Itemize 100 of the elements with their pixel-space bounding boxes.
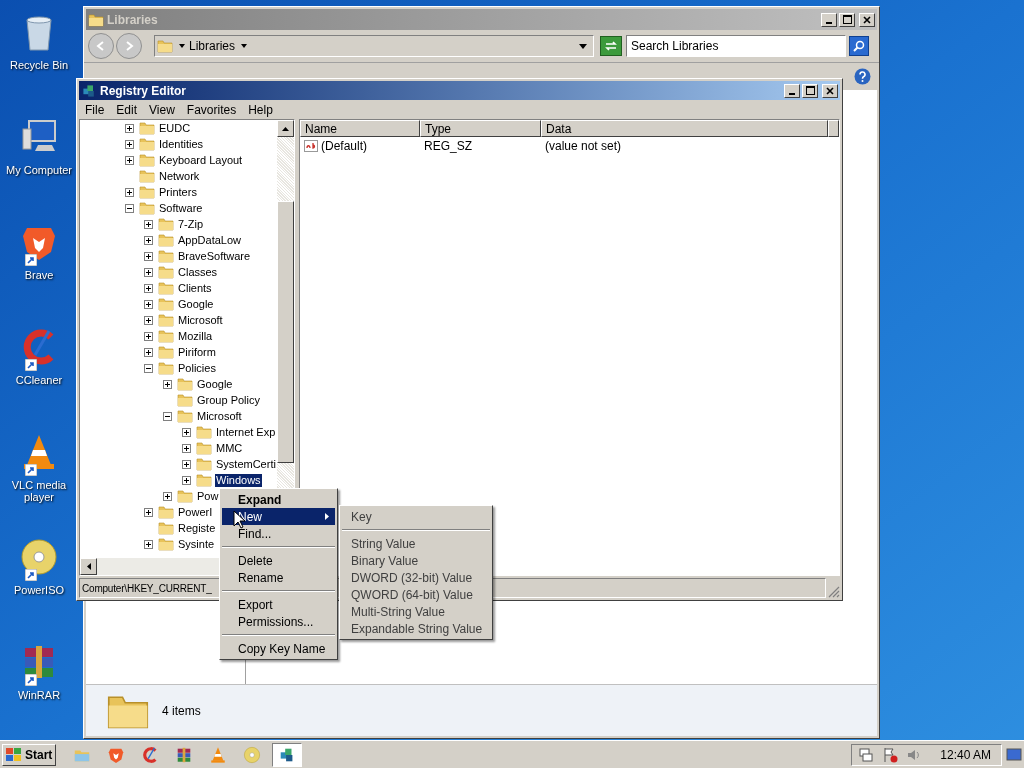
expand-icon[interactable] <box>182 443 191 453</box>
expand-icon[interactable] <box>182 427 191 437</box>
menu-item[interactable]: QWORD (64-bit) Value <box>342 586 490 603</box>
start-button[interactable]: Start <box>2 743 57 766</box>
tree-item[interactable]: Microsoft <box>196 409 243 423</box>
menu-item[interactable]: Rename <box>222 569 335 586</box>
minimize-button[interactable] <box>784 83 800 98</box>
scrollbar-thumb[interactable] <box>277 201 294 463</box>
tree-item[interactable]: Pow <box>196 489 220 503</box>
tree-item[interactable]: Sysinte <box>177 537 216 551</box>
address-bar[interactable]: Libraries <box>154 35 594 57</box>
flag-warning-icon[interactable] <box>882 746 899 763</box>
taskbar-button[interactable] <box>272 742 303 767</box>
menu-item[interactable]: Key <box>342 508 490 525</box>
tree-item[interactable]: Mozilla <box>177 329 214 343</box>
tree-item[interactable]: Microsoft <box>177 313 224 327</box>
expand-icon[interactable] <box>144 283 153 293</box>
menu-item[interactable]: Binary Value <box>342 552 490 569</box>
minimize-button[interactable] <box>821 12 837 27</box>
desktop-icon-label[interactable]: Recycle Bin <box>9 59 69 71</box>
menu-item[interactable]: Expand <box>222 491 335 508</box>
desktop-icon-label[interactable]: My Computer <box>6 164 72 176</box>
menu-item[interactable]: Delete <box>222 552 335 569</box>
desktop-icon-label[interactable]: WinRAR <box>17 689 61 701</box>
menu-item[interactable]: Copy Key Name <box>222 640 335 657</box>
tree-item[interactable]: Google <box>177 297 215 311</box>
tree-item[interactable]: Registe <box>177 521 217 535</box>
tree-item[interactable]: Software <box>158 201 204 215</box>
tree-item[interactable]: Identities <box>158 137 205 151</box>
expand-icon[interactable] <box>144 539 153 549</box>
menu-item[interactable]: Edit <box>110 100 144 119</box>
column-header[interactable]: Data <box>541 120 828 137</box>
maximize-button[interactable] <box>802 83 818 98</box>
tree-item[interactable]: Clients <box>177 281 213 295</box>
scroll-up-button[interactable] <box>277 120 294 137</box>
menu-item[interactable]: View <box>143 100 181 119</box>
breadcrumb-item[interactable]: Libraries <box>189 37 236 55</box>
expand-icon[interactable] <box>144 251 153 261</box>
dropdown-caret-icon[interactable] <box>579 43 587 49</box>
tree-item[interactable]: EUDC <box>158 121 192 135</box>
expand-icon[interactable] <box>163 491 172 501</box>
help-icon[interactable] <box>854 68 871 85</box>
expand-icon[interactable] <box>144 267 153 277</box>
expand-icon[interactable] <box>125 187 134 197</box>
desktop-icon-label[interactable]: CCleaner <box>15 374 63 386</box>
expand-icon[interactable] <box>144 331 153 341</box>
tree-item[interactable]: Windows <box>215 473 262 487</box>
tree-item[interactable]: Piriform <box>177 345 217 359</box>
expand-icon[interactable] <box>144 235 153 245</box>
menu-item[interactable]: Permissions... <box>222 613 335 630</box>
menu-item[interactable]: Favorites <box>180 100 243 119</box>
expand-icon[interactable] <box>182 475 191 485</box>
tree-item[interactable]: SystemCerti <box>215 457 277 471</box>
menu-item[interactable]: String Value <box>342 535 490 552</box>
search-field[interactable]: Search Libraries <box>626 35 846 57</box>
desktop-icon-label[interactable]: PowerISO <box>13 584 65 596</box>
expand-icon[interactable] <box>144 299 153 309</box>
expand-icon[interactable] <box>125 155 134 165</box>
expand-icon[interactable] <box>144 315 153 325</box>
tree-item[interactable]: Classes <box>177 265 219 279</box>
expand-icon[interactable] <box>163 379 172 389</box>
expand-icon[interactable] <box>125 123 134 133</box>
expand-icon[interactable] <box>125 139 134 149</box>
tree-item[interactable]: AppDataLow <box>177 233 242 247</box>
tree-item[interactable]: PowerI <box>177 505 214 519</box>
tree-item[interactable]: Policies <box>177 361 217 375</box>
expand-icon[interactable] <box>182 459 191 469</box>
tree-item[interactable]: Network <box>158 169 201 183</box>
forward-button[interactable] <box>116 33 142 59</box>
show-desktop-icon[interactable] <box>1006 746 1022 763</box>
tree-item[interactable]: Google <box>196 377 234 391</box>
menu-item[interactable]: Find... <box>222 525 335 542</box>
close-button[interactable] <box>822 83 838 98</box>
menu-item[interactable]: Export <box>222 596 335 613</box>
maximize-button[interactable] <box>839 12 855 27</box>
desktop-icon-label[interactable]: Brave <box>24 269 54 281</box>
close-button[interactable] <box>859 12 875 27</box>
tree-item[interactable]: BraveSoftware <box>177 249 252 263</box>
tree-item[interactable]: Printers <box>158 185 198 199</box>
column-header[interactable]: Type <box>420 120 541 137</box>
back-button[interactable] <box>88 33 114 59</box>
expand-icon[interactable] <box>144 507 153 517</box>
tree-item[interactable]: Keyboard Layout <box>158 153 244 167</box>
scroll-left-button[interactable] <box>80 558 97 575</box>
menu-item[interactable]: Help <box>242 100 279 119</box>
tree-item[interactable]: Group Policy <box>196 393 261 407</box>
expand-icon[interactable] <box>144 219 153 229</box>
network-icon[interactable] <box>858 746 875 763</box>
tree-item[interactable]: 7-Zip <box>177 217 205 231</box>
collapse-icon[interactable] <box>144 363 153 373</box>
search-button[interactable] <box>849 36 869 56</box>
tree-item[interactable]: MMC <box>215 441 244 455</box>
tree-item[interactable]: Internet Exp <box>215 425 277 439</box>
column-header[interactable]: Name <box>300 120 420 137</box>
collapse-icon[interactable] <box>125 203 134 213</box>
menu-item[interactable]: Expandable String Value <box>342 620 490 637</box>
desktop-icon-label[interactable]: VLC media player <box>0 479 78 503</box>
menu-item[interactable]: DWORD (32-bit) Value <box>342 569 490 586</box>
menu-item[interactable]: File <box>79 100 111 119</box>
collapse-icon[interactable] <box>163 411 172 421</box>
